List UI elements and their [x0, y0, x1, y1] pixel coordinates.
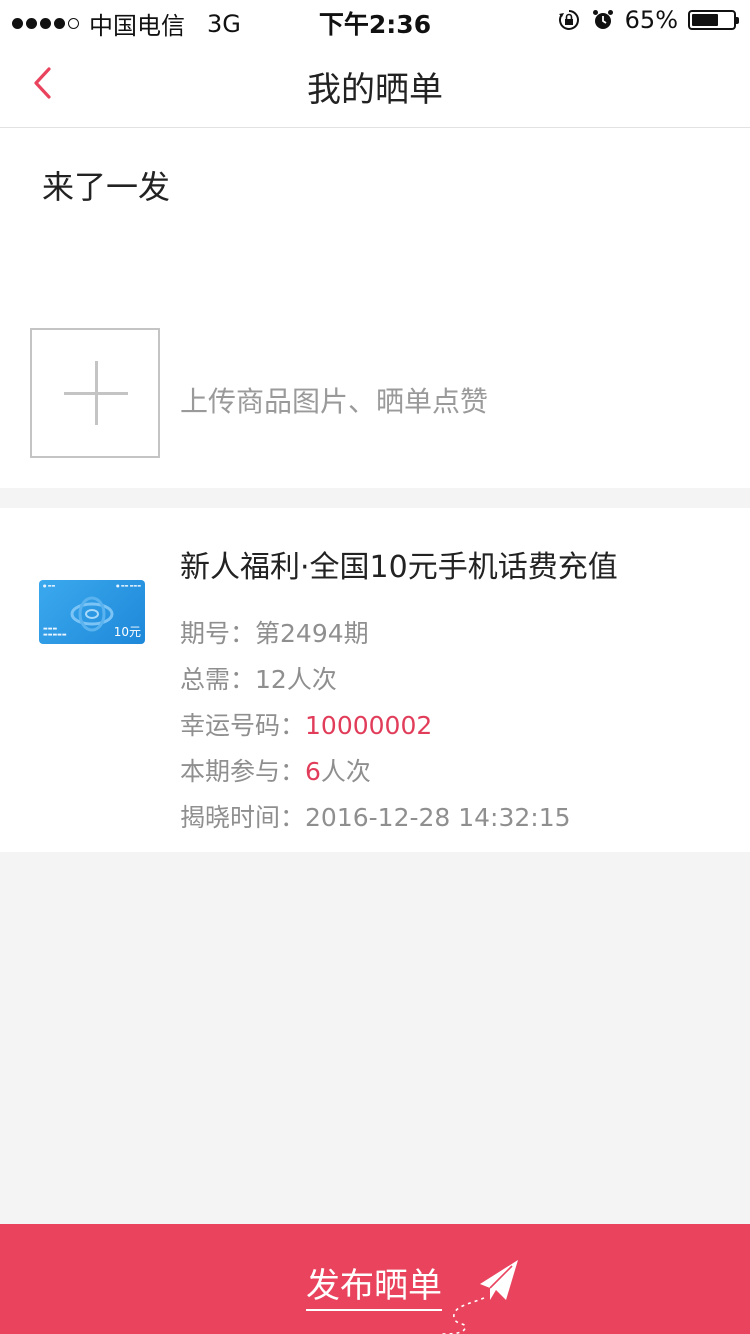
thumbnail-caption: ▬▬▬ ▬▬▬▬▬: [43, 626, 67, 638]
total-value: 12人次: [255, 665, 337, 694]
total-row: 总需：12人次: [180, 660, 337, 696]
upload-image-button[interactable]: [30, 328, 160, 458]
nav-bar: 我的晒单: [0, 40, 750, 128]
product-title: 新人福利·全国10元手机话费充值: [180, 550, 618, 585]
reveal-time-label: 揭晓时间：: [180, 803, 306, 832]
plus-icon-vertical: [95, 361, 98, 425]
product-thumbnail: ● ▬▬ ● ▬▬ ▬▬▬ ▬▬▬ ▬▬▬▬▬ 10元: [39, 580, 145, 644]
participation-count: 6: [305, 757, 321, 786]
battery-level-fill: [692, 14, 718, 26]
carrier-logo-mobile: ● ▬▬: [43, 583, 56, 588]
rotation-lock-icon: [557, 8, 581, 32]
reveal-time-value: 2016-12-28 14:32:15: [305, 803, 571, 832]
publish-label: 发布晒单: [306, 1258, 442, 1311]
battery-percent: 65%: [624, 6, 678, 34]
period-label: 期号：: [180, 619, 256, 648]
period-value: 第2494期: [255, 619, 369, 648]
carrier-logo-telecom: ● ▬▬ ▬▬▬: [116, 583, 141, 588]
participation-row: 本期参与：6人次: [180, 752, 371, 788]
battery-icon: [688, 10, 739, 30]
post-composer: 来了一发 上传商品图片、晒单点赞: [0, 128, 750, 488]
participation-unit: 人次: [320, 757, 371, 786]
status-bar: 中国电信 3G 下午2:36 65%: [0, 0, 750, 40]
participation-label: 本期参与：: [180, 757, 306, 786]
china-mobile-logo-icon: [70, 596, 114, 632]
paper-plane-icon: [440, 1260, 518, 1334]
publish-button[interactable]: 发布晒单: [0, 1224, 750, 1334]
upload-hint: 上传商品图片、晒单点赞: [180, 385, 489, 418]
period-row: 期号：第2494期: [180, 614, 369, 650]
reveal-time-row: 揭晓时间：2016-12-28 14:32:15: [180, 798, 571, 834]
status-right: 65%: [557, 6, 739, 34]
total-label: 总需：: [180, 665, 256, 694]
alarm-icon: [591, 8, 615, 32]
thumbnail-carrier-logos: ● ▬▬ ● ▬▬ ▬▬▬: [43, 583, 141, 588]
post-text-input[interactable]: 来了一发: [40, 160, 704, 314]
product-card: ● ▬▬ ● ▬▬ ▬▬▬ ▬▬▬ ▬▬▬▬▬ 10元 新人福利·全国10元手机话…: [0, 508, 750, 852]
lucky-number-row: 幸运号码：10000002: [180, 706, 432, 742]
lucky-number-value: 10000002: [305, 711, 433, 740]
lucky-number-label: 幸运号码：: [180, 711, 306, 740]
thumbnail-price: 10元: [113, 625, 141, 639]
page-title: 我的晒单: [307, 70, 443, 110]
